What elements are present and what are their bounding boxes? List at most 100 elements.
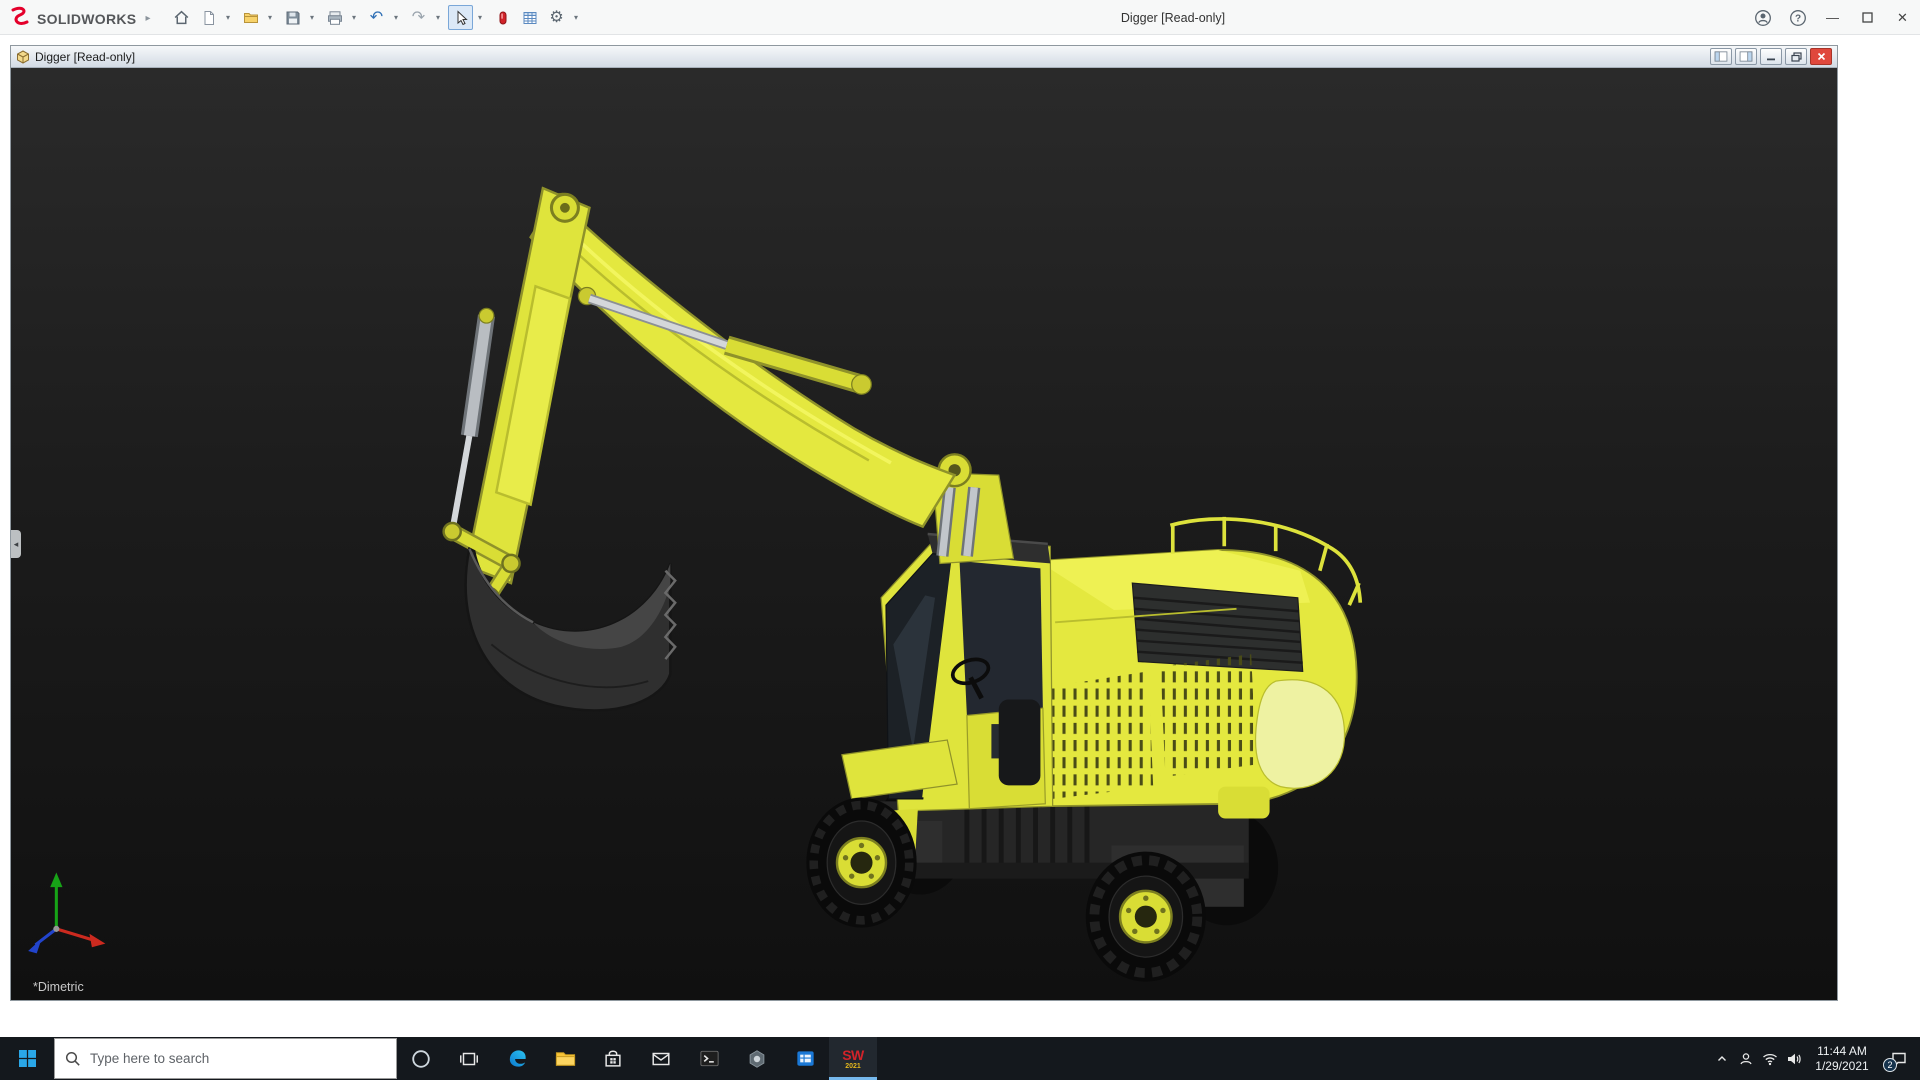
full-pane-icon: [1739, 51, 1753, 62]
document-titlebar[interactable]: Digger [Read-only]: [11, 46, 1837, 68]
search-icon: [65, 1051, 80, 1066]
boom-arm: [529, 192, 957, 529]
terminal-icon: [699, 1050, 719, 1067]
open-folder-icon: [243, 12, 258, 23]
maximize-icon: [1862, 12, 1873, 23]
brand-name: SOLIDWORKS: [37, 10, 137, 27]
save-button[interactable]: [280, 5, 305, 30]
dropdown-arrow-icon[interactable]: ▾: [264, 5, 276, 30]
task-view-icon: [460, 1052, 478, 1065]
document-title: Digger [Read-only]: [35, 49, 136, 64]
rear-wheel: [1085, 851, 1206, 982]
document-window: Digger [Read-only] *Dimetric ◂: [10, 45, 1838, 1001]
split-pane-icon: [1714, 51, 1728, 62]
search-input[interactable]: [90, 1051, 360, 1066]
speaker-icon: [1788, 1053, 1801, 1064]
file-explorer-icon: [555, 1052, 575, 1066]
part-document-icon: [17, 49, 29, 64]
blue-window-app-icon: [796, 1051, 814, 1066]
dropdown-arrow-icon[interactable]: ▾: [474, 5, 486, 30]
new-document-button[interactable]: [196, 5, 221, 30]
network-button[interactable]: [1758, 1037, 1782, 1080]
task-view-button[interactable]: [445, 1037, 493, 1080]
system-tray: 11:44 AM 1/29/2021 2: [1710, 1037, 1920, 1080]
store-icon: [605, 1049, 621, 1067]
full-pane-toggle-button[interactable]: [1735, 48, 1757, 65]
edge-button[interactable]: [493, 1037, 541, 1080]
minimize-button[interactable]: —: [1815, 0, 1850, 35]
cortana-button[interactable]: [397, 1037, 445, 1080]
clock-date: 1/29/2021: [1815, 1058, 1869, 1073]
doc-minimize-icon: [1767, 58, 1775, 61]
split-pane-toggle-button[interactable]: [1710, 48, 1732, 65]
dropdown-arrow-icon[interactable]: ▾: [432, 5, 444, 30]
gear-icon: ⚙: [549, 8, 564, 26]
notification-badge: 2: [1883, 1058, 1897, 1072]
doc-restore-icon: [1790, 51, 1802, 62]
undo-icon: ↶: [369, 8, 384, 26]
blue-window-app-button[interactable]: [781, 1037, 829, 1080]
home-icon: [174, 10, 189, 25]
store-button[interactable]: [589, 1037, 637, 1080]
dropdown-arrow-icon[interactable]: ▾: [348, 5, 360, 30]
clock-time: 11:44 AM: [1817, 1043, 1867, 1058]
wifi-icon: [1763, 1053, 1777, 1065]
taskbar-search[interactable]: [54, 1038, 397, 1079]
graphics-viewport[interactable]: *Dimetric ◂: [11, 68, 1837, 1000]
volume-button[interactable]: [1782, 1037, 1806, 1080]
terminal-button[interactable]: [685, 1037, 733, 1080]
home-button[interactable]: [169, 5, 194, 30]
doc-minimize-button[interactable]: [1760, 48, 1782, 65]
taskbar-clock[interactable]: 11:44 AM 1/29/2021: [1806, 1044, 1878, 1074]
minimize-icon: —: [1826, 10, 1839, 25]
appearances-button[interactable]: [490, 5, 515, 30]
orientation-triad: [28, 872, 106, 954]
doc-restore-button[interactable]: [1785, 48, 1807, 65]
action-center-button[interactable]: 2: [1878, 1037, 1920, 1080]
hexagon-app-button[interactable]: [733, 1037, 781, 1080]
user-account-icon: [1754, 9, 1771, 26]
user-account-button[interactable]: [1745, 0, 1780, 35]
dropdown-arrow-icon[interactable]: ▾: [390, 5, 402, 30]
windows-logo-icon: [18, 1050, 36, 1067]
design-table-button[interactable]: [517, 5, 542, 30]
quick-toolbar: ▾ ▾ ▾ ▾ ↶ ▾ ↷ ▾ ▾ ⚙ ▾: [168, 4, 585, 31]
flyout-arrow-icon[interactable]: ▸: [145, 13, 150, 24]
start-button[interactable]: [0, 1037, 54, 1080]
dropdown-arrow-icon[interactable]: ▾: [306, 5, 318, 30]
save-icon: [286, 11, 299, 24]
dropdown-arrow-icon[interactable]: ▾: [222, 5, 234, 30]
tray-expand-button[interactable]: [1710, 1037, 1734, 1080]
options-button[interactable]: ⚙: [544, 5, 569, 30]
help-button[interactable]: ?: [1780, 0, 1815, 35]
tray-person-button[interactable]: [1734, 1037, 1758, 1080]
hexagon-app-icon: [749, 1049, 765, 1068]
engine-body: [1037, 516, 1363, 819]
print-button[interactable]: [322, 5, 347, 30]
open-button[interactable]: [238, 5, 263, 30]
windows-taskbar: SW 2021 11:44 AM 1/29/2021 2: [0, 1037, 1920, 1080]
solidworks-app-button[interactable]: SW 2021: [829, 1037, 877, 1080]
undo-button[interactable]: ↶: [364, 5, 389, 30]
collapsed-pane-tab[interactable]: ◂: [11, 530, 21, 558]
app-titlebar: SOLIDWORKS ▸ ▾ ▾ ▾ ▾ ↶ ▾ ↷ ▾ ▾ ⚙ ▾ Digge…: [0, 0, 1920, 35]
doc-close-button[interactable]: [1810, 48, 1832, 65]
select-tool-button[interactable]: [448, 5, 473, 30]
appearance-bead-icon: [499, 11, 506, 24]
maximize-button[interactable]: [1850, 0, 1885, 35]
close-button[interactable]: ✕: [1885, 0, 1920, 35]
document-window-controls: [1710, 48, 1832, 65]
excavator-model: [28, 186, 1363, 982]
operator-cab: [880, 532, 1054, 856]
solidworks-logo-icon: [10, 6, 32, 31]
mail-button[interactable]: [637, 1037, 685, 1080]
edge-icon: [509, 1050, 526, 1067]
new-document-icon: [204, 10, 214, 25]
stick-arm: [465, 186, 591, 585]
mail-icon: [652, 1052, 670, 1065]
file-explorer-button[interactable]: [541, 1037, 589, 1080]
redo-button[interactable]: ↷: [406, 5, 431, 30]
select-cursor-icon: [457, 9, 468, 25]
front-wheel: [806, 797, 917, 928]
dropdown-arrow-icon[interactable]: ▾: [570, 5, 582, 30]
